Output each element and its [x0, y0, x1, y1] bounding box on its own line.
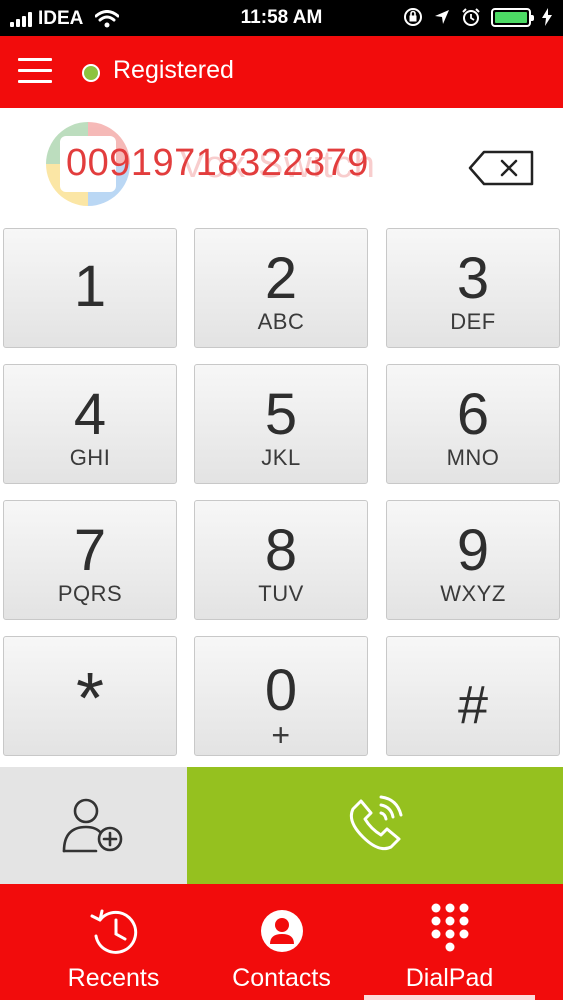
key-digit: 0 [264, 658, 298, 723]
key-digit: 2 [264, 246, 298, 311]
key-letters: PQRS [57, 581, 123, 606]
dialed-number-field[interactable]: 00919718322379 [66, 142, 369, 185]
orientation-lock-icon [404, 8, 422, 26]
key-letters: DEF [450, 309, 496, 334]
key-digit: 6 [456, 382, 490, 447]
key-9[interactable]: 9 WXYZ [386, 500, 560, 620]
registration-status-label: Registered [113, 56, 234, 84]
backspace-icon[interactable] [468, 150, 536, 186]
nav-dialpad[interactable]: DialPad [356, 884, 543, 1000]
key-digit: # [457, 675, 489, 735]
key-digit: 7 [73, 518, 107, 583]
key-digit: * [75, 659, 105, 739]
dialpad-icon [431, 903, 468, 952]
key-digit: 3 [456, 246, 490, 311]
key-digit: 9 [456, 518, 490, 583]
key-digit: 1 [73, 254, 107, 319]
action-row [0, 767, 563, 884]
call-icon [349, 795, 403, 851]
key-letters: MNO [446, 445, 500, 470]
key-3[interactable]: 3 DEF [386, 228, 560, 348]
recents-clock-icon [90, 909, 137, 954]
key-letters: GHI [69, 445, 111, 470]
hamburger-menu-icon[interactable] [18, 54, 54, 88]
nav-label: Recents [67, 964, 160, 992]
key-digit: 8 [264, 518, 298, 583]
status-icons [403, 7, 553, 27]
key-letters: + [271, 717, 291, 753]
registration-status-dot [82, 64, 100, 82]
contacts-person-icon [260, 910, 303, 952]
nav-label: Contacts [232, 964, 331, 992]
key-1[interactable]: 1 [3, 228, 177, 348]
key-hash[interactable]: # [386, 636, 560, 756]
battery-level-fill [495, 11, 527, 23]
number-display: Vox Switch 00919718322379 [0, 108, 563, 226]
key-6[interactable]: 6 MNO [386, 364, 560, 484]
key-5[interactable]: 5 JKL [194, 364, 368, 484]
location-arrow-icon [435, 10, 449, 24]
bottom-navigation: Recents Contacts DialPad [0, 884, 563, 1000]
key-digit: 5 [264, 382, 298, 447]
alarm-clock-icon [462, 8, 480, 26]
key-0[interactable]: 0 + [194, 636, 368, 756]
nav-label: DialPad [405, 964, 494, 992]
key-7[interactable]: 7 PQRS [3, 500, 177, 620]
key-letters: ABC [257, 309, 305, 334]
call-button[interactable] [187, 767, 563, 884]
key-2[interactable]: 2 ABC [194, 228, 368, 348]
status-bar: IDEA 11:58 AM [0, 0, 563, 36]
charging-bolt-icon [542, 8, 552, 26]
key-4[interactable]: 4 GHI [3, 364, 177, 484]
key-digit: 4 [73, 382, 107, 447]
nav-recents[interactable]: Recents [20, 884, 207, 1000]
app-header: Registered [0, 36, 563, 108]
key-letters: WXYZ [440, 581, 506, 606]
key-letters: TUV [258, 581, 304, 606]
add-contact-icon [62, 798, 123, 853]
battery-icon [491, 7, 534, 27]
key-letters: JKL [261, 445, 301, 470]
key-8[interactable]: 8 TUV [194, 500, 368, 620]
add-contact-button[interactable] [0, 767, 187, 884]
nav-contacts[interactable]: Contacts [188, 884, 375, 1000]
dial-keypad: 1 2 ABC 3 DEF 4 GHI 5 JKL 6 MNO 7 PQRS 8… [0, 226, 563, 766]
key-star[interactable]: * [3, 636, 177, 756]
